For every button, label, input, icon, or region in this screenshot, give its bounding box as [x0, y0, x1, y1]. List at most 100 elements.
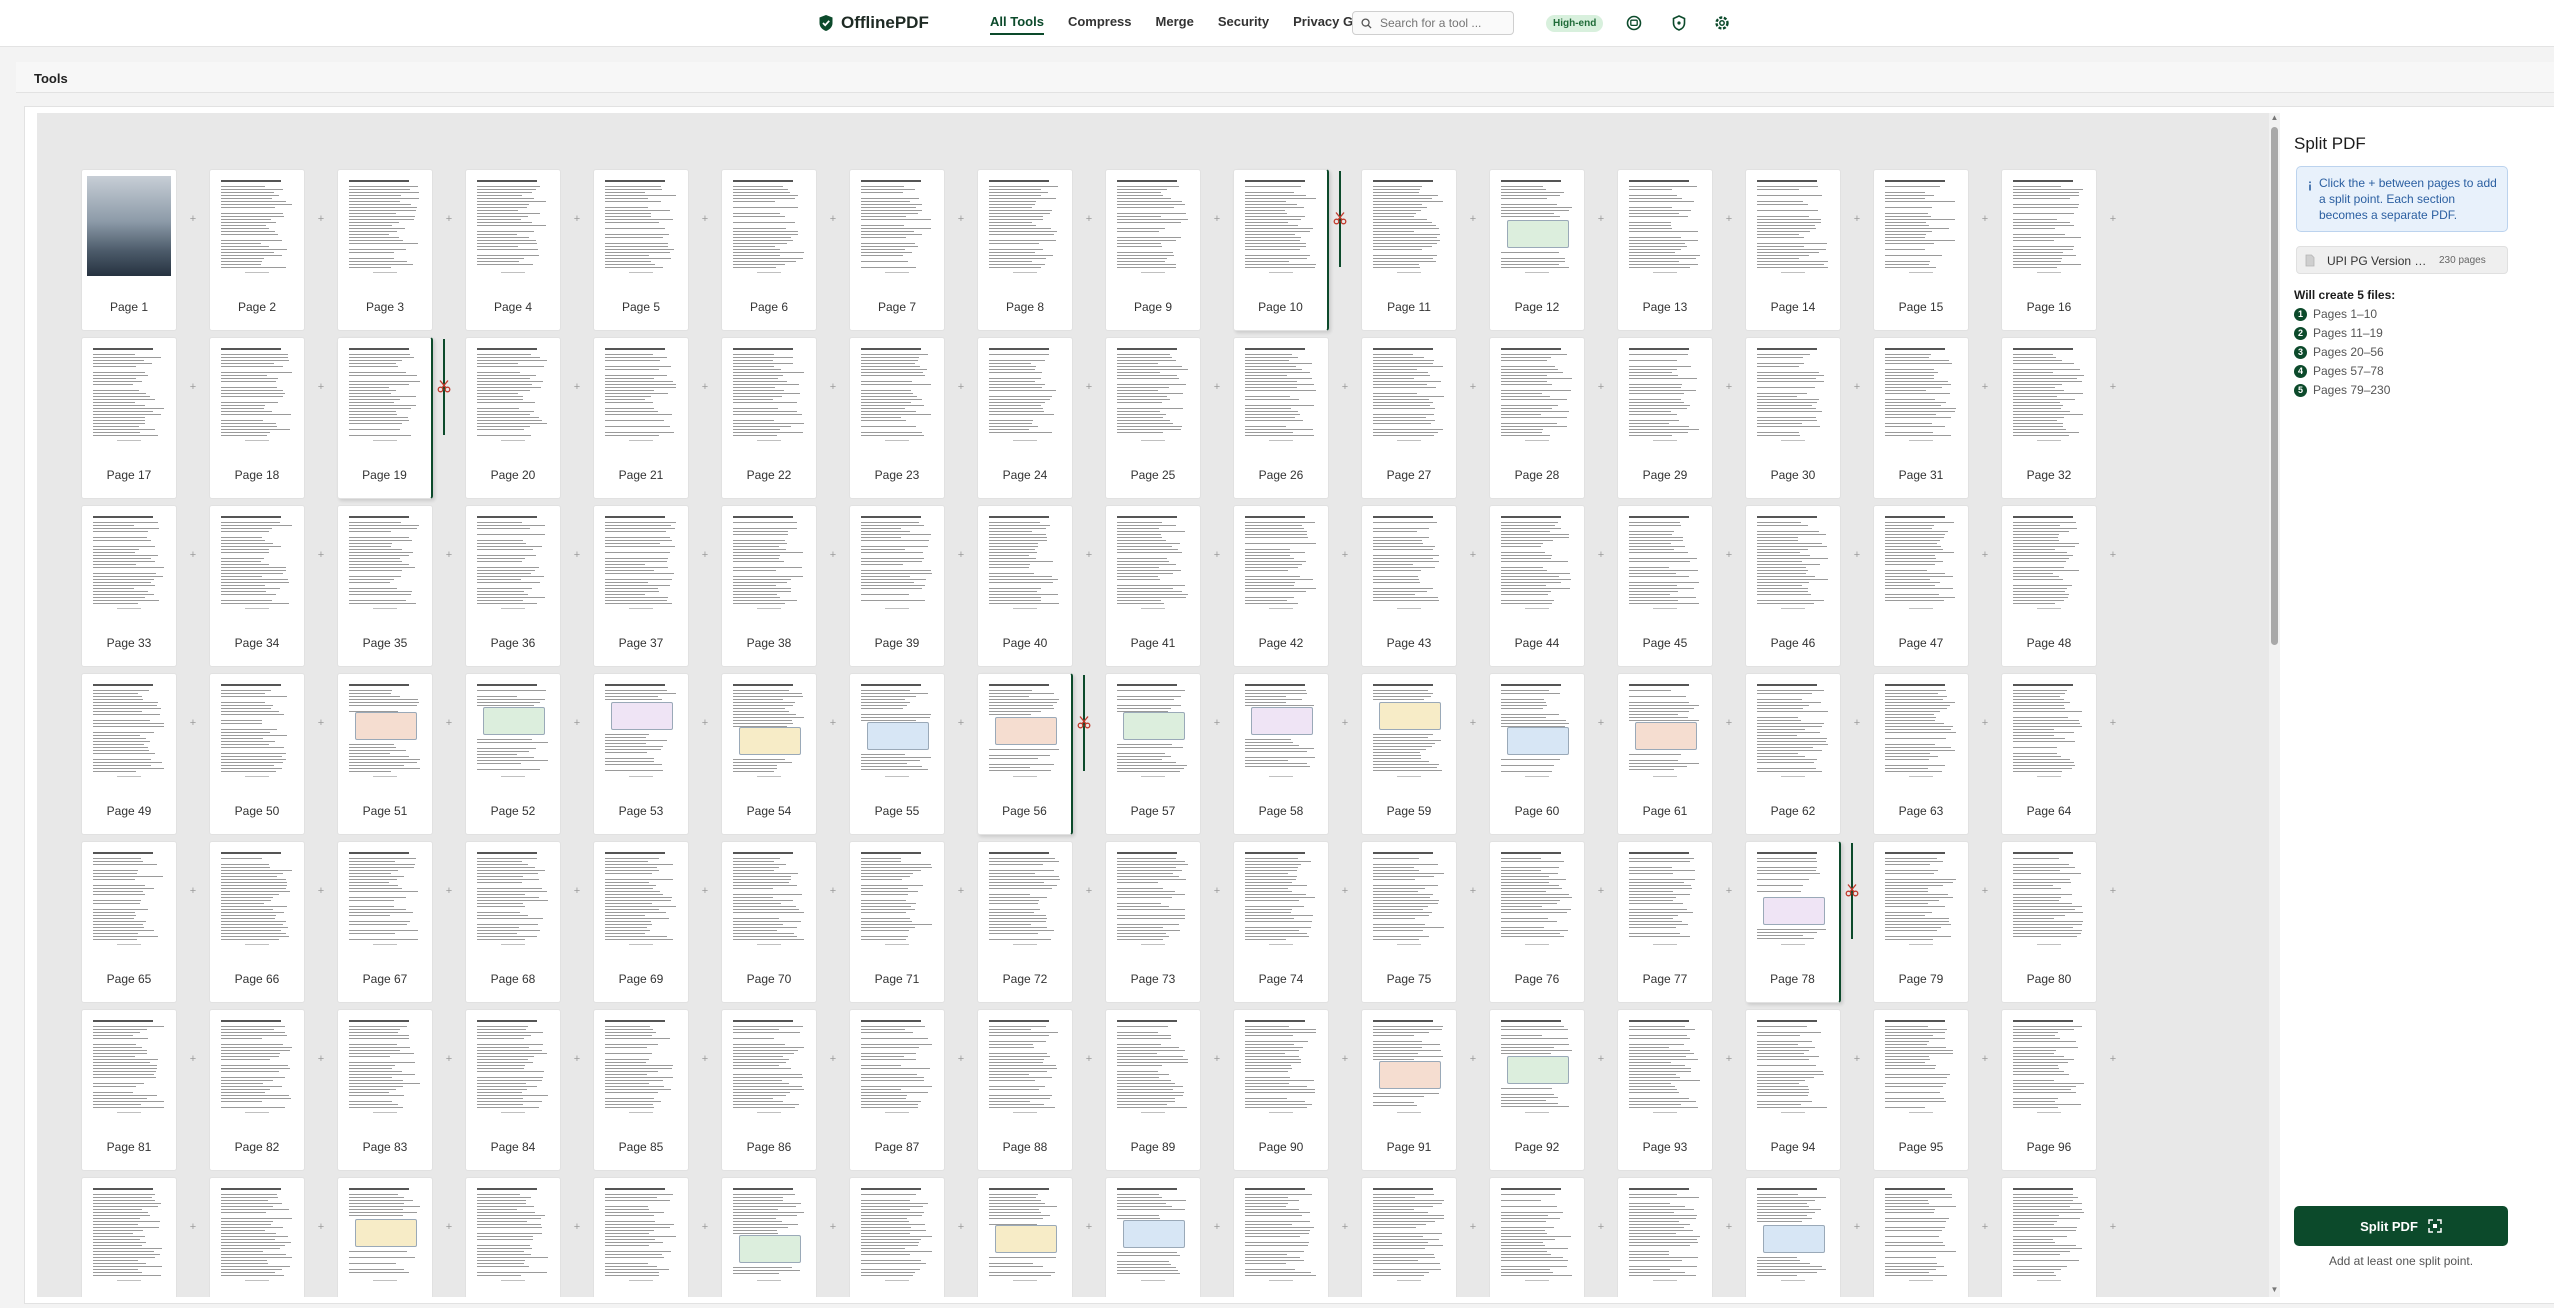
add-split-point-button[interactable]: +: [441, 211, 457, 227]
scissors-icon[interactable]: [1077, 715, 1091, 729]
add-split-point-button[interactable]: +: [1465, 1051, 1481, 1067]
add-split-point-button[interactable]: +: [1209, 883, 1225, 899]
add-split-point-button[interactable]: +: [569, 211, 585, 227]
page-thumbnail[interactable]: Page 54: [721, 673, 817, 835]
page-thumbnail[interactable]: [1105, 1177, 1201, 1297]
add-split-point-button[interactable]: +: [1849, 715, 1865, 731]
add-split-point-button[interactable]: +: [1977, 547, 1993, 563]
page-thumbnail[interactable]: Page 56: [977, 673, 1073, 835]
settings-icon[interactable]: [1713, 14, 1731, 32]
add-split-point-button[interactable]: +: [441, 1219, 457, 1235]
page-thumbnail[interactable]: Page 48: [2001, 505, 2097, 667]
page-thumbnail[interactable]: Page 65: [81, 841, 177, 1003]
add-split-point-button[interactable]: +: [1721, 379, 1737, 395]
add-split-point-button[interactable]: +: [1081, 1219, 1097, 1235]
page-thumbnail[interactable]: Page 49: [81, 673, 177, 835]
add-split-point-button[interactable]: +: [1209, 379, 1225, 395]
page-thumbnail[interactable]: Page 10: [1233, 169, 1329, 331]
add-split-point-button[interactable]: +: [697, 1051, 713, 1067]
page-thumbnail[interactable]: Page 25: [1105, 337, 1201, 499]
page-thumbnail[interactable]: Page 81: [81, 1009, 177, 1171]
add-split-point-button[interactable]: +: [1593, 1051, 1609, 1067]
page-thumbnail[interactable]: Page 52: [465, 673, 561, 835]
page-thumbnail[interactable]: [337, 1177, 433, 1297]
add-split-point-button[interactable]: +: [185, 379, 201, 395]
page-thumbnail[interactable]: Page 58: [1233, 673, 1329, 835]
tool-search[interactable]: [1352, 11, 1514, 35]
page-thumbnail[interactable]: Page 20: [465, 337, 561, 499]
page-thumbnail[interactable]: Page 36: [465, 505, 561, 667]
add-split-point-button[interactable]: +: [1849, 211, 1865, 227]
page-thumbnail[interactable]: Page 18: [209, 337, 305, 499]
add-split-point-button[interactable]: +: [569, 547, 585, 563]
page-thumbnail[interactable]: [849, 1177, 945, 1297]
add-split-point-button[interactable]: +: [1465, 1219, 1481, 1235]
add-split-point-button[interactable]: +: [313, 883, 329, 899]
page-thumbnail[interactable]: [1745, 1177, 1841, 1297]
add-split-point-button[interactable]: +: [1593, 379, 1609, 395]
add-split-point-button[interactable]: +: [1849, 547, 1865, 563]
page-thumbnail[interactable]: Page 61: [1617, 673, 1713, 835]
page-thumbnail[interactable]: [465, 1177, 561, 1297]
add-split-point-button[interactable]: +: [1465, 211, 1481, 227]
page-thumbnail[interactable]: Page 83: [337, 1009, 433, 1171]
page-thumbnail[interactable]: Page 31: [1873, 337, 1969, 499]
add-split-point-button[interactable]: +: [1721, 715, 1737, 731]
page-thumbnail[interactable]: Page 35: [337, 505, 433, 667]
page-thumbnail[interactable]: Page 69: [593, 841, 689, 1003]
add-split-point-button[interactable]: +: [1337, 883, 1353, 899]
add-split-point-button[interactable]: +: [1593, 547, 1609, 563]
add-split-point-button[interactable]: +: [825, 211, 841, 227]
scissors-icon[interactable]: [437, 379, 451, 393]
page-thumbnail[interactable]: Page 78: [1745, 841, 1841, 1003]
performance-badge[interactable]: High-end: [1546, 15, 1604, 32]
page-thumbnail[interactable]: Page 1: [81, 169, 177, 331]
add-split-point-button[interactable]: +: [1209, 1051, 1225, 1067]
scroll-thumb[interactable]: [2271, 127, 2278, 645]
add-split-point-button[interactable]: +: [697, 379, 713, 395]
page-thumbnail[interactable]: Page 4: [465, 169, 561, 331]
add-split-point-button[interactable]: +: [1849, 1051, 1865, 1067]
add-split-point-button[interactable]: +: [569, 883, 585, 899]
add-split-point-button[interactable]: +: [1081, 883, 1097, 899]
page-thumbnail[interactable]: Page 41: [1105, 505, 1201, 667]
add-split-point-button[interactable]: +: [1721, 1219, 1737, 1235]
search-input[interactable]: [1378, 15, 1502, 31]
add-split-point-button[interactable]: +: [1081, 1051, 1097, 1067]
page-thumbnail[interactable]: Page 63: [1873, 673, 1969, 835]
add-split-point-button[interactable]: +: [313, 547, 329, 563]
add-split-point-button[interactable]: +: [1849, 1219, 1865, 1235]
add-split-point-button[interactable]: +: [825, 715, 841, 731]
add-split-point-button[interactable]: +: [441, 547, 457, 563]
display-icon[interactable]: [1625, 14, 1643, 32]
shield-icon[interactable]: [1670, 14, 1688, 32]
add-split-point-button[interactable]: +: [1977, 715, 1993, 731]
page-thumbnail[interactable]: Page 16: [2001, 169, 2097, 331]
add-split-point-button[interactable]: +: [953, 379, 969, 395]
add-split-point-button[interactable]: +: [1977, 1219, 1993, 1235]
add-split-point-button[interactable]: +: [313, 715, 329, 731]
add-split-point-button[interactable]: +: [569, 1051, 585, 1067]
add-split-point-button[interactable]: +: [1977, 883, 1993, 899]
scissors-icon[interactable]: [1845, 883, 1859, 897]
add-split-point-button[interactable]: +: [441, 715, 457, 731]
scissors-icon[interactable]: [1333, 211, 1347, 225]
add-split-point-button[interactable]: +: [185, 547, 201, 563]
add-split-point-button[interactable]: +: [2105, 211, 2121, 227]
add-split-point-button[interactable]: +: [1465, 547, 1481, 563]
add-split-point-button[interactable]: +: [2105, 1219, 2121, 1235]
add-split-point-button[interactable]: +: [313, 1051, 329, 1067]
page-thumbnail[interactable]: Page 57: [1105, 673, 1201, 835]
scroll-down-icon[interactable]: ▼: [2269, 1285, 2280, 1295]
page-thumbnail[interactable]: Page 46: [1745, 505, 1841, 667]
page-thumbnail[interactable]: Page 44: [1489, 505, 1585, 667]
page-thumbnail[interactable]: Page 80: [2001, 841, 2097, 1003]
add-split-point-button[interactable]: +: [825, 1219, 841, 1235]
add-split-point-button[interactable]: +: [953, 715, 969, 731]
page-thumbnail[interactable]: [81, 1177, 177, 1297]
add-split-point-button[interactable]: +: [953, 547, 969, 563]
add-split-point-button[interactable]: +: [2105, 883, 2121, 899]
add-split-point-button[interactable]: +: [1337, 715, 1353, 731]
page-thumbnail[interactable]: Page 88: [977, 1009, 1073, 1171]
page-thumbnail[interactable]: Page 87: [849, 1009, 945, 1171]
